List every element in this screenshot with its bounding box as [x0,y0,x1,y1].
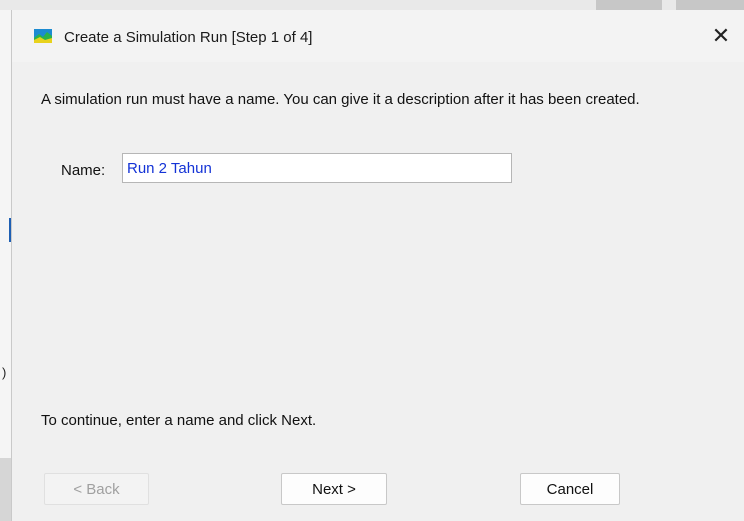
window-title: Create a Simulation Run [Step 1 of 4] [64,29,313,46]
title-bar: Create a Simulation Run [Step 1 of 4] ✕ [12,10,744,62]
next-button[interactable]: Next > [281,473,387,505]
background-window-edge [0,10,11,521]
cancel-button[interactable]: Cancel [520,473,620,505]
background-segment [596,0,662,10]
close-icon: ✕ [711,23,731,48]
name-label: Name: [61,162,106,179]
background-segment [676,0,744,10]
back-button[interactable]: < Back [44,473,149,505]
intro-text: A simulation run must have a name. You c… [41,91,640,108]
background-text: ) [2,365,7,380]
hint-text: To continue, enter a name and click Next… [41,412,317,429]
background-window-strip [0,0,744,10]
background-panel [0,458,11,521]
close-button[interactable]: ✕ [698,18,744,54]
screen: ) Create a Simulation Run [Step 1 of 4] … [0,0,744,521]
simulation-run-icon [34,29,52,43]
create-simulation-run-dialog: Create a Simulation Run [Step 1 of 4] ✕ … [11,10,744,521]
name-input[interactable] [122,153,512,183]
